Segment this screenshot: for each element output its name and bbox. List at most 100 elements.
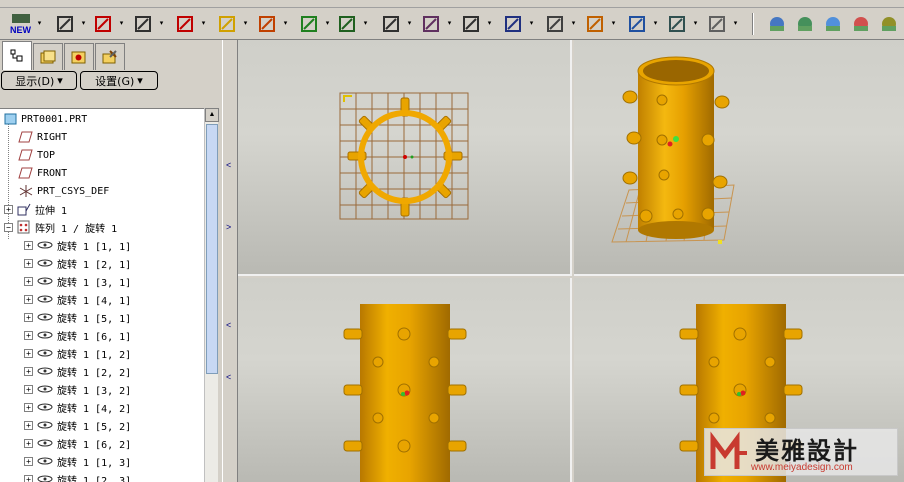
expand-icon[interactable]: +	[24, 384, 33, 394]
tree-item-revolve[interactable]: + 旋转 1 [6, 1]	[24, 326, 131, 344]
expand-icon[interactable]: +	[24, 294, 33, 304]
collapse-arrow-icon[interactable]: <	[226, 320, 231, 330]
viewport-top[interactable]	[238, 40, 572, 276]
viewport-iso[interactable]	[574, 40, 904, 276]
model-tree-scrollbar[interactable]: ▲	[204, 108, 219, 482]
pattern-icon[interactable]	[624, 12, 650, 36]
tree-item-revolve[interactable]: + 旋转 1 [6, 2]	[24, 434, 131, 452]
expand-icon[interactable]: +	[24, 420, 33, 430]
tree-item-datum-plane[interactable]: RIGHT	[18, 128, 67, 146]
toolbar-dropdown-arrow-icon[interactable]: ▾	[528, 20, 535, 28]
collapse-arrow-icon[interactable]: <	[226, 372, 231, 382]
view-orient-icon[interactable]	[704, 12, 730, 36]
expand-icon[interactable]: +	[24, 258, 33, 268]
revolve-feature-icon	[36, 240, 54, 250]
repaint-icon[interactable]	[764, 12, 790, 36]
toolbar-dropdown-arrow-icon[interactable]: ▾	[446, 20, 453, 28]
shell-icon[interactable]	[542, 12, 568, 36]
expand-icon[interactable]: +	[24, 366, 33, 376]
toolbar-dropdown-arrow-icon[interactable]: ▾	[80, 20, 87, 28]
revolve-feature-icon	[36, 384, 54, 394]
layer-icon[interactable]	[876, 12, 902, 36]
tree-item-datum-plane[interactable]: TOP	[18, 146, 55, 164]
tree-item-label: 旋转 1 [2, 1]	[57, 259, 132, 271]
tree-item-revolve[interactable]: + 旋转 1 [4, 1]	[24, 290, 131, 308]
expand-icon[interactable]: +	[24, 402, 33, 412]
toolbar-dropdown-arrow-icon[interactable]: ▾	[242, 20, 249, 28]
tree-item-datum-plane[interactable]: FRONT	[18, 164, 67, 182]
tree-root-part[interactable]: PRT0001.PRT	[4, 110, 87, 128]
datum-axis-icon[interactable]	[90, 12, 116, 36]
sketch-tool-icon[interactable]	[254, 12, 280, 36]
toolbar-dropdown-arrow-icon[interactable]: ▾	[200, 20, 207, 28]
rib-icon[interactable]	[500, 12, 526, 36]
expand-icon[interactable]: +	[4, 204, 13, 214]
toolbar-dropdown-arrow-icon[interactable]: ▾	[282, 20, 289, 28]
toolbar-dropdown-arrow-icon[interactable]: ▾	[118, 20, 125, 28]
expand-arrow-icon[interactable]: >	[226, 222, 231, 232]
round-icon[interactable]	[418, 12, 444, 36]
toolbar-dropdown-arrow-icon[interactable]: ▾	[36, 20, 43, 28]
toolbar-dropdown-arrow-icon[interactable]: ▾	[570, 20, 577, 28]
mirror-icon[interactable]	[664, 12, 690, 36]
settings-dropdown-button[interactable]: 设置(G) ▾	[80, 71, 158, 90]
expand-icon[interactable]: +	[24, 276, 33, 286]
toolbar-dropdown-arrow-icon[interactable]: ▾	[486, 20, 493, 28]
connections-tab[interactable]	[95, 43, 125, 70]
model-tree-tab[interactable]	[2, 41, 32, 70]
tree-item-revolve[interactable]: + 旋转 1 [5, 2]	[24, 416, 131, 434]
expand-icon[interactable]: +	[24, 330, 33, 340]
toolbar-dropdown-arrow-icon[interactable]: ▾	[324, 20, 331, 28]
revolve-icon[interactable]	[334, 12, 360, 36]
new-file-icon[interactable]: NEW	[8, 12, 34, 36]
spin-center-icon[interactable]	[792, 12, 818, 36]
toolbar-dropdown-arrow-icon[interactable]: ▾	[406, 20, 413, 28]
expand-icon[interactable]: +	[24, 456, 33, 466]
expand-icon[interactable]: +	[24, 240, 33, 250]
draft-icon[interactable]	[582, 12, 608, 36]
panel-splitter[interactable]: < > < <	[222, 40, 238, 482]
chamfer-icon[interactable]	[458, 12, 484, 36]
toolbar-dropdown-arrow-icon[interactable]: ▾	[732, 20, 739, 28]
tree-item-revolve[interactable]: + 旋转 1 [2, 3]	[24, 470, 131, 482]
tree-item-revolve[interactable]: + 旋转 1 [1, 3]	[24, 452, 131, 470]
toolbar-dropdown-arrow-icon[interactable]: ▾	[652, 20, 659, 28]
tree-item-extrude[interactable]: + 拉伸 1	[4, 200, 67, 218]
toolbar-dropdown-arrow-icon[interactable]: ▾	[610, 20, 617, 28]
extrude-icon[interactable]	[296, 12, 322, 36]
folder-browser-tab[interactable]	[33, 43, 63, 70]
expand-icon[interactable]: +	[24, 474, 33, 482]
tree-item-revolve[interactable]: + 旋转 1 [4, 2]	[24, 398, 131, 416]
tree-item-revolve[interactable]: + 旋转 1 [1, 2]	[24, 344, 131, 362]
scroll-thumb[interactable]	[206, 124, 218, 374]
expand-icon[interactable]: +	[24, 312, 33, 322]
tree-item-revolve[interactable]: + 旋转 1 [3, 2]	[24, 380, 131, 398]
expand-icon[interactable]: +	[24, 438, 33, 448]
viewport-front[interactable]	[238, 278, 572, 482]
datum-point-icon[interactable]	[172, 12, 198, 36]
collapse-arrow-icon[interactable]: <	[226, 160, 231, 170]
sketch-pencil-icon[interactable]	[214, 12, 240, 36]
toolbar-dropdown-arrow-icon[interactable]: ▾	[362, 20, 369, 28]
tree-item-revolve[interactable]: + 旋转 1 [3, 1]	[24, 272, 131, 290]
tree-item-pattern[interactable]: − 阵列 1 / 旋转 1	[4, 218, 117, 236]
toolbar-dropdown-arrow-icon[interactable]: ▾	[158, 20, 165, 28]
display-dropdown-button[interactable]: 显示(D) ▾	[1, 71, 77, 90]
hole-icon[interactable]	[378, 12, 404, 36]
toolbar-dropdown-arrow-icon[interactable]: ▾	[692, 20, 699, 28]
favorites-tab[interactable]	[64, 43, 94, 70]
tree-item-revolve[interactable]: + 旋转 1 [2, 2]	[24, 362, 131, 380]
tree-item-revolve[interactable]: + 旋转 1 [5, 1]	[24, 308, 131, 326]
scroll-up-icon[interactable]: ▲	[205, 108, 219, 122]
tree-item-revolve[interactable]: + 旋转 1 [2, 1]	[24, 254, 131, 272]
model-tree[interactable]: PRT0001.PRT RIGHT TOP FRONT PRT_CSYS_DEF + 拉伸 …	[0, 108, 204, 482]
datum-curve-icon[interactable]	[130, 12, 156, 36]
appearance-icon[interactable]	[820, 12, 846, 36]
datum-plane-icon[interactable]	[52, 12, 78, 36]
collapse-icon[interactable]: −	[4, 222, 13, 232]
tree-item-label: 旋转 1 [6, 1]	[57, 331, 132, 343]
tree-item-csys[interactable]: PRT_CSYS_DEF	[18, 182, 109, 200]
model-tree-icon[interactable]	[848, 12, 874, 36]
tree-item-revolve[interactable]: + 旋转 1 [1, 1]	[24, 236, 131, 254]
expand-icon[interactable]: +	[24, 348, 33, 358]
